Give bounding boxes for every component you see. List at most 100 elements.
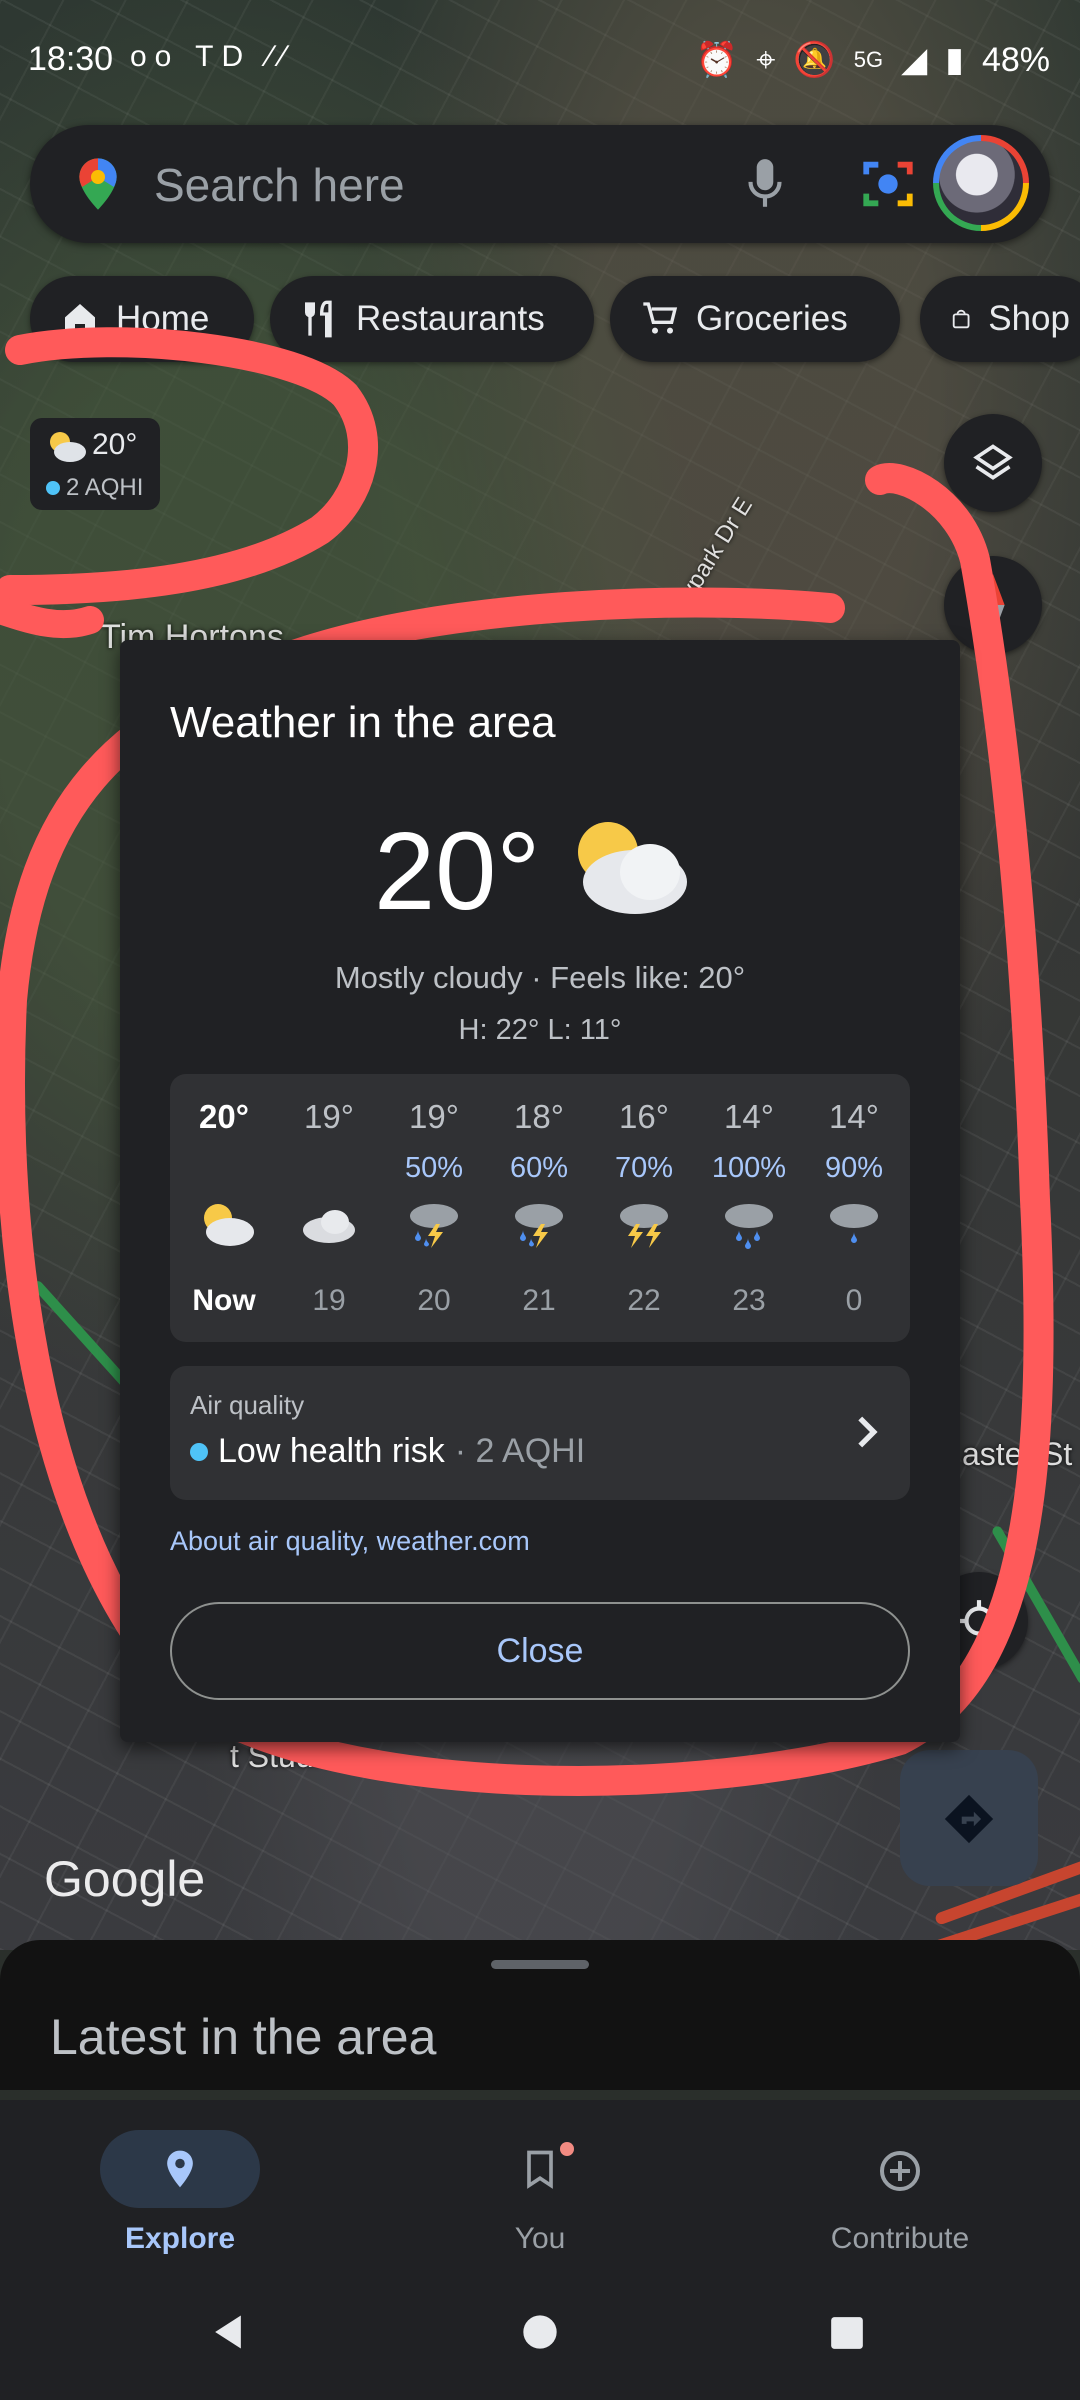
about-air-quality-link[interactable]: About air quality, weather.com xyxy=(170,1526,530,1557)
status-bar: 18:30 oo TD ∕∕ ⏰ ⌖ 🔕 5G ◢ ▮ 48% xyxy=(0,0,1080,120)
chip-home-label: Home xyxy=(116,299,210,338)
forecast-temp: 14° xyxy=(829,1098,879,1135)
nav-contribute-label: Contribute xyxy=(830,2222,970,2255)
forecast-hour: 22 xyxy=(627,1284,661,1317)
explore-pin-icon xyxy=(167,2150,193,2188)
network-label: 5G xyxy=(853,47,884,72)
chip-shop[interactable]: Shop xyxy=(920,276,1080,362)
battery-icon: ▮ xyxy=(945,41,964,79)
signal-icon: ◢ xyxy=(901,41,928,79)
forecast-hour: Now xyxy=(192,1284,256,1317)
thunderstorm-icon xyxy=(620,1204,668,1248)
high-low-text: H: 22° L: 11° xyxy=(458,1014,622,1046)
chip-groceries-label: Groceries xyxy=(696,299,848,338)
badge-aqhi: 2 AQHI xyxy=(46,474,143,502)
hourly-forecast[interactable]: 20° Now 19° 19 19° 50% 20 18° 60% 21 16°… xyxy=(170,1074,910,1342)
forecast-item: 14° 100% 23 xyxy=(697,1074,801,1342)
air-quality-label: Air quality xyxy=(190,1390,305,1420)
home-icon xyxy=(65,304,95,334)
map-label-east: aster St xyxy=(962,1436,1073,1472)
close-button[interactable]: Close xyxy=(170,1602,910,1700)
forecast-temp: 20° xyxy=(199,1098,249,1135)
forecast-hour: 0 xyxy=(845,1284,863,1317)
air-quality-aqhi: · 2 AQHI xyxy=(454,1432,586,1470)
nav-explore[interactable]: Explore xyxy=(50,2130,310,2256)
forecast-precip: 90% xyxy=(824,1152,884,1184)
condition-text: Mostly cloudy · Feels like: 20° xyxy=(334,960,746,995)
compass-button[interactable] xyxy=(944,556,1042,654)
forecast-item: 16° 70% 22 xyxy=(592,1074,696,1342)
avatar[interactable] xyxy=(933,135,1029,231)
bottom-navigation: Explore You Contribute xyxy=(0,2100,1080,2270)
recents-icon[interactable] xyxy=(828,2314,866,2352)
forecast-temp: 19° xyxy=(409,1098,459,1135)
directions-button[interactable] xyxy=(900,1750,1038,1886)
restaurant-icon xyxy=(305,300,332,338)
forecast-temp: 18° xyxy=(514,1098,564,1135)
notification-icons: oo TD ∕∕ xyxy=(130,40,294,73)
partly-cloudy-icon xyxy=(204,1204,254,1246)
forecast-item: 19° 50% 20 xyxy=(382,1074,486,1342)
nav-you-pill xyxy=(460,2130,620,2208)
weather-card: Weather in the area 20° Mostly cloudy · … xyxy=(120,640,960,1742)
map-label-studio[interactable]: t Studio xyxy=(230,1738,339,1775)
crosshair-icon xyxy=(958,1600,1000,1642)
chip-restaurants-label: Restaurants xyxy=(356,299,545,338)
nav-contribute-pill xyxy=(820,2130,980,2208)
forecast-precip: 60% xyxy=(509,1152,569,1184)
location-icon: ⌖ xyxy=(756,40,776,79)
forecast-temp: 14° xyxy=(724,1098,774,1135)
chip-restaurants[interactable]: Restaurants xyxy=(270,276,594,362)
badge-aqhi-value: 2 AQHI xyxy=(66,474,144,501)
battery-level: 48% xyxy=(981,40,1050,79)
partly-cloudy-icon xyxy=(578,822,687,914)
badge-temp: 20° xyxy=(92,428,138,461)
forecast-hour: 21 xyxy=(522,1284,556,1317)
current-temp: 20° xyxy=(374,810,541,933)
chip-home[interactable]: Home xyxy=(30,276,254,362)
forecast-precip: 70% xyxy=(614,1152,674,1184)
sheet-title: Latest in the area xyxy=(50,2009,437,2065)
aqhi-dot xyxy=(46,481,60,495)
cloudy-icon xyxy=(303,1210,355,1243)
cart-icon xyxy=(643,302,678,334)
avatar-image xyxy=(939,141,1023,225)
chip-groceries[interactable]: Groceries xyxy=(610,276,900,362)
nav-explore-label: Explore xyxy=(124,2222,236,2255)
directions-icon xyxy=(944,1794,994,1844)
forecast-item: 14° 90% 0 xyxy=(802,1074,906,1342)
compass-icon xyxy=(981,574,1005,636)
heavy-rain-icon xyxy=(725,1204,773,1249)
nav-you[interactable]: You xyxy=(410,2130,670,2256)
home-circle-icon[interactable] xyxy=(520,2312,560,2352)
forecast-precip: 100% xyxy=(711,1152,787,1184)
forecast-temp: 19° xyxy=(304,1098,354,1135)
status-right: ⏰ ⌖ 🔕 5G ◢ ▮ 48% xyxy=(696,40,1050,80)
shopping-bag-icon xyxy=(952,309,970,329)
weather-badge[interactable]: 20° 2 AQHI xyxy=(30,418,160,510)
back-icon[interactable] xyxy=(206,2310,250,2354)
bookmark-icon xyxy=(527,2150,553,2189)
forecast-hour: 23 xyxy=(732,1284,766,1317)
notification-dot xyxy=(560,2142,574,2156)
google-logo: Google xyxy=(44,1851,206,1907)
forecast-item: 20° Now xyxy=(172,1074,276,1342)
forecast-item: 18° 60% 21 xyxy=(487,1074,591,1342)
lens-icon[interactable] xyxy=(858,155,918,213)
chevron-right-icon[interactable] xyxy=(852,1414,882,1450)
rain-icon xyxy=(830,1204,878,1243)
weather-card-title: Weather in the area xyxy=(170,698,556,747)
status-time: 18:30 xyxy=(28,40,114,78)
search-bar[interactable]: Search here xyxy=(30,125,1050,243)
search-placeholder[interactable]: Search here xyxy=(154,158,405,212)
nav-contribute[interactable]: Contribute xyxy=(770,2130,1030,2256)
mic-icon[interactable] xyxy=(740,155,790,213)
bottom-sheet[interactable]: Latest in the area xyxy=(0,1940,1080,2090)
air-quality-row[interactable]: Air quality Low health risk · 2 AQHI xyxy=(170,1366,910,1500)
silent-icon: 🔕 xyxy=(793,41,836,79)
thunderstorm-icon xyxy=(515,1204,563,1248)
layers-button[interactable] xyxy=(944,414,1042,512)
thunderstorm-icon xyxy=(410,1204,458,1248)
sheet-handle[interactable] xyxy=(491,1960,589,1969)
forecast-precip: 50% xyxy=(404,1152,464,1184)
